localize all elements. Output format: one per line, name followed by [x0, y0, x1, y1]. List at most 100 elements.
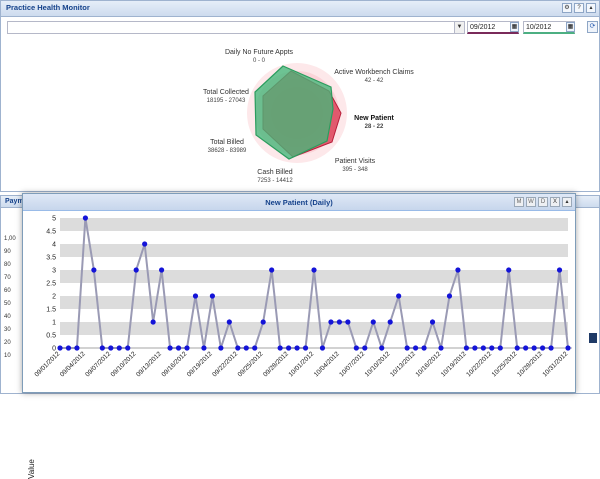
- collapse-icon[interactable]: ▴: [586, 3, 596, 13]
- y-tick-label: 2: [52, 294, 56, 301]
- data-point: [201, 345, 207, 351]
- radar-label-new-patient[interactable]: New Patient 28 - 22: [354, 115, 394, 131]
- x-tick-label: 09/07/2012: [84, 350, 112, 378]
- help-icon[interactable]: ?: [574, 3, 584, 13]
- radar-series-b: [262, 70, 342, 158]
- bg-axis-tick: 1,00: [4, 236, 16, 242]
- refresh-icon[interactable]: ⟳: [587, 21, 598, 33]
- bg-axis-tick: 10: [4, 353, 11, 359]
- data-point: [108, 345, 114, 351]
- day-button[interactable]: D: [538, 197, 548, 207]
- data-point: [565, 345, 571, 351]
- data-point: [396, 293, 402, 299]
- grid-band: [60, 244, 568, 257]
- y-tick-label: 4: [52, 242, 56, 249]
- data-point: [506, 267, 512, 273]
- data-point: [404, 345, 410, 351]
- radar-label-total-billed: Total Billed 38628 - 83989: [207, 139, 247, 154]
- close-button[interactable]: X: [550, 197, 560, 207]
- y-tick-label: 3.5: [46, 255, 56, 262]
- grid-band: [60, 296, 568, 309]
- data-point: [353, 345, 359, 351]
- y-tick-label: 3: [52, 268, 56, 275]
- bg-axis-tick: 20: [4, 340, 11, 346]
- data-point: [446, 293, 453, 299]
- bg-axis-tick: 70: [4, 275, 11, 281]
- gear-icon[interactable]: ⚙: [562, 3, 572, 13]
- bg-axis-tick: 60: [4, 288, 11, 294]
- data-point: [57, 345, 63, 351]
- data-point: [286, 345, 292, 351]
- bg-axis-tick: 30: [4, 327, 11, 333]
- data-point: [548, 345, 554, 351]
- chevron-down-icon[interactable]: ▼: [454, 22, 464, 33]
- x-tick-label: 09/22/2012: [211, 350, 239, 378]
- x-tick-label: 10/19/2012: [440, 350, 468, 378]
- data-point: [82, 215, 88, 221]
- x-tick-label: 09/19/2012: [186, 350, 214, 378]
- data-point: [531, 345, 537, 351]
- panel-title: Practice Health Monitor: [6, 3, 90, 12]
- data-point: [150, 319, 156, 325]
- window-title: New Patient (Daily): [265, 198, 333, 207]
- data-point: [184, 345, 190, 351]
- data-point: [514, 345, 520, 351]
- data-point: [235, 345, 241, 351]
- data-point: [252, 345, 258, 351]
- data-point: [159, 267, 165, 273]
- panel-header: Practice Health Monitor ⚙ ? ▴: [1, 1, 599, 17]
- x-tick-label: 09/25/2012: [237, 350, 265, 378]
- x-tick-label: 10/25/2012: [491, 350, 519, 378]
- new-patient-window[interactable]: New Patient (Daily) M W D X ▴ 0 0.5 1 1.5 2 2…: [22, 193, 576, 479]
- x-tick-label: 09/28/2012: [262, 350, 290, 378]
- x-tick-label: 10/10/2012: [364, 350, 392, 378]
- window-tools: M W D X ▴: [514, 197, 572, 207]
- data-point: [116, 345, 122, 351]
- radar-label-no-future-appts: Daily No Future Appts 0 - 0: [224, 49, 294, 64]
- x-tick-label: 10/04/2012: [313, 350, 341, 378]
- month-button[interactable]: M: [514, 197, 524, 207]
- grid-band: [60, 218, 568, 231]
- y-tick-label: 1: [52, 320, 56, 327]
- x-tick-label: 10/28/2012: [516, 350, 544, 378]
- radar-ring: [263, 79, 331, 147]
- calendar-icon[interactable]: ▦: [566, 22, 575, 32]
- calendar-icon[interactable]: ▦: [510, 22, 519, 32]
- data-point: [175, 345, 182, 351]
- bg-axis-tick: 80: [4, 262, 11, 268]
- collapse-icon[interactable]: ▴: [562, 197, 572, 207]
- provider-dropdown[interactable]: ▼: [7, 21, 465, 34]
- data-point: [99, 345, 105, 351]
- data-point: [269, 267, 275, 273]
- data-point: [243, 345, 249, 351]
- x-tick-label: 10/07/2012: [338, 350, 366, 378]
- data-point: [463, 345, 469, 351]
- x-tick-label: 09/10/2012: [110, 350, 138, 378]
- window-header[interactable]: New Patient (Daily) M W D X ▴: [23, 194, 575, 211]
- bg-bar: [589, 333, 597, 343]
- y-tick-label: 0.5: [46, 333, 56, 340]
- y-axis-label: Value: [27, 459, 36, 479]
- data-point: [540, 345, 546, 351]
- data-point: [328, 319, 334, 325]
- bg-axis-tick: 40: [4, 314, 11, 320]
- radar-label-patient-visits: Patient Visits 395 - 348: [334, 158, 376, 173]
- data-point: [387, 319, 393, 325]
- data-point: [362, 345, 368, 351]
- bg-axis-tick: 90: [4, 249, 11, 255]
- data-point: [319, 345, 326, 351]
- data-point: [455, 267, 461, 273]
- x-tick-label: 10/31/2012: [541, 350, 569, 378]
- week-button[interactable]: W: [526, 197, 536, 207]
- data-point: [209, 293, 215, 299]
- data-point: [192, 293, 199, 299]
- data-point: [277, 345, 283, 351]
- practice-health-panel: Practice Health Monitor ⚙ ? ▴ ▼ 09/2012 …: [0, 0, 600, 192]
- data-point: [65, 345, 72, 351]
- data-point: [260, 319, 266, 325]
- radar-series-a: [254, 65, 334, 160]
- data-point: [370, 319, 376, 325]
- data-point: [421, 345, 427, 351]
- payments-panel-title: Paym: [5, 198, 24, 205]
- data-point: [345, 319, 351, 325]
